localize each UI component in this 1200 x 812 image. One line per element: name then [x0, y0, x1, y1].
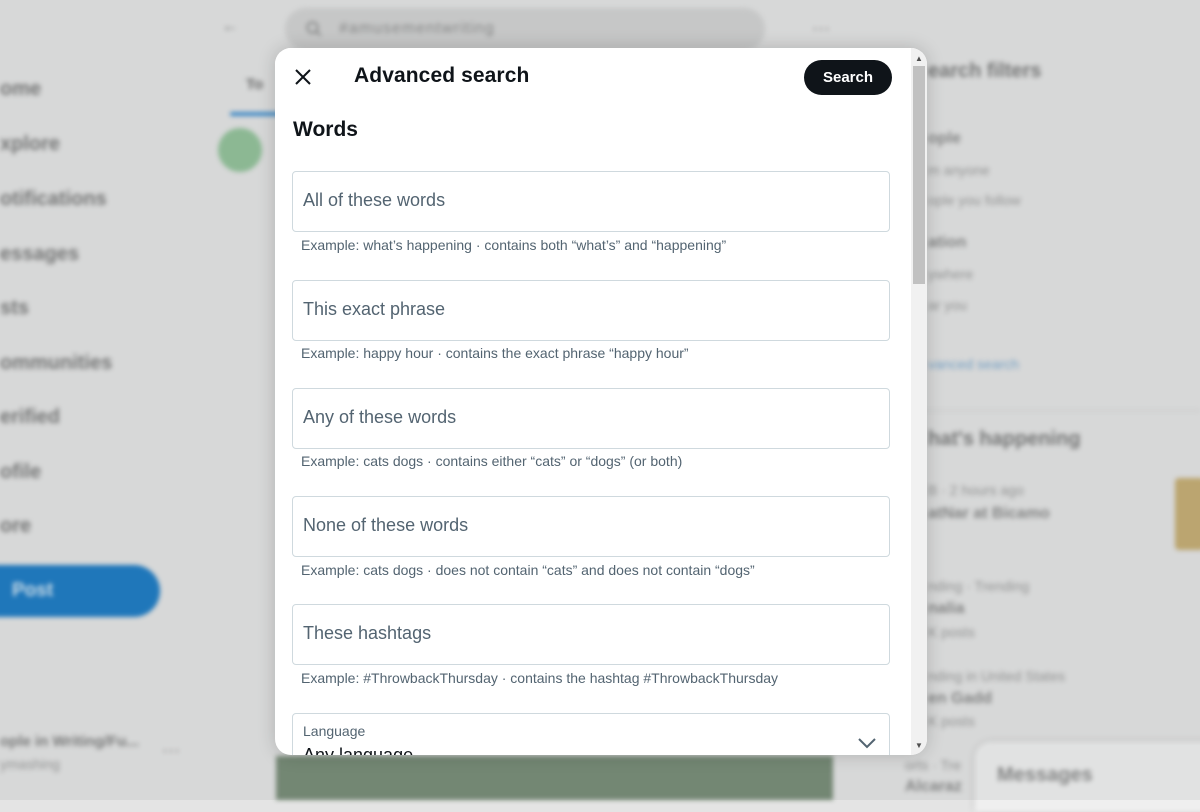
exact-phrase-placeholder: This exact phrase — [303, 299, 446, 319]
section-title-words: Words — [293, 118, 358, 141]
language-select[interactable]: Language Any language — [292, 713, 890, 755]
close-button[interactable] — [287, 61, 319, 93]
all-words-hint: Example: what’s happening · contains bot… — [301, 237, 727, 253]
any-words-hint: Example: cats dogs · contains either “ca… — [301, 453, 683, 469]
scroll-up-arrow-icon[interactable]: ▲ — [915, 54, 923, 63]
modal-title: Advanced search — [354, 64, 530, 87]
search-button[interactable]: Search — [804, 60, 892, 95]
modal-scrollbar[interactable]: ▲ ▼ — [911, 48, 927, 755]
exact-phrase-field[interactable]: This exact phrase — [292, 280, 890, 341]
none-words-field[interactable]: None of these words — [292, 496, 890, 557]
any-words-placeholder: Any of these words — [303, 407, 457, 427]
hashtags-hint: Example: #ThrowbackThursday · contains t… — [301, 670, 779, 686]
close-icon — [295, 69, 311, 85]
advanced-search-modal: Advanced search Search Words All of thes… — [275, 48, 927, 755]
hashtags-field[interactable]: These hashtags — [292, 604, 890, 665]
any-words-field[interactable]: Any of these words — [292, 388, 890, 449]
scroll-thumb[interactable] — [913, 66, 925, 284]
none-words-placeholder: None of these words — [303, 515, 469, 535]
modal-content: Words All of these words Example: what’s… — [275, 106, 911, 755]
language-value: Any language — [303, 745, 414, 755]
none-words-hint: Example: cats dogs · does not contain “c… — [301, 562, 755, 578]
language-label: Language — [303, 723, 366, 739]
hashtags-placeholder: These hashtags — [303, 623, 432, 643]
all-words-placeholder: All of these words — [303, 190, 446, 210]
chevron-down-icon — [858, 738, 876, 749]
exact-phrase-hint: Example: happy hour · contains the exact… — [301, 345, 689, 361]
modal-header: Advanced search Search — [275, 48, 911, 106]
all-words-field[interactable]: All of these words — [292, 171, 890, 232]
scroll-down-arrow-icon[interactable]: ▼ — [915, 741, 923, 750]
